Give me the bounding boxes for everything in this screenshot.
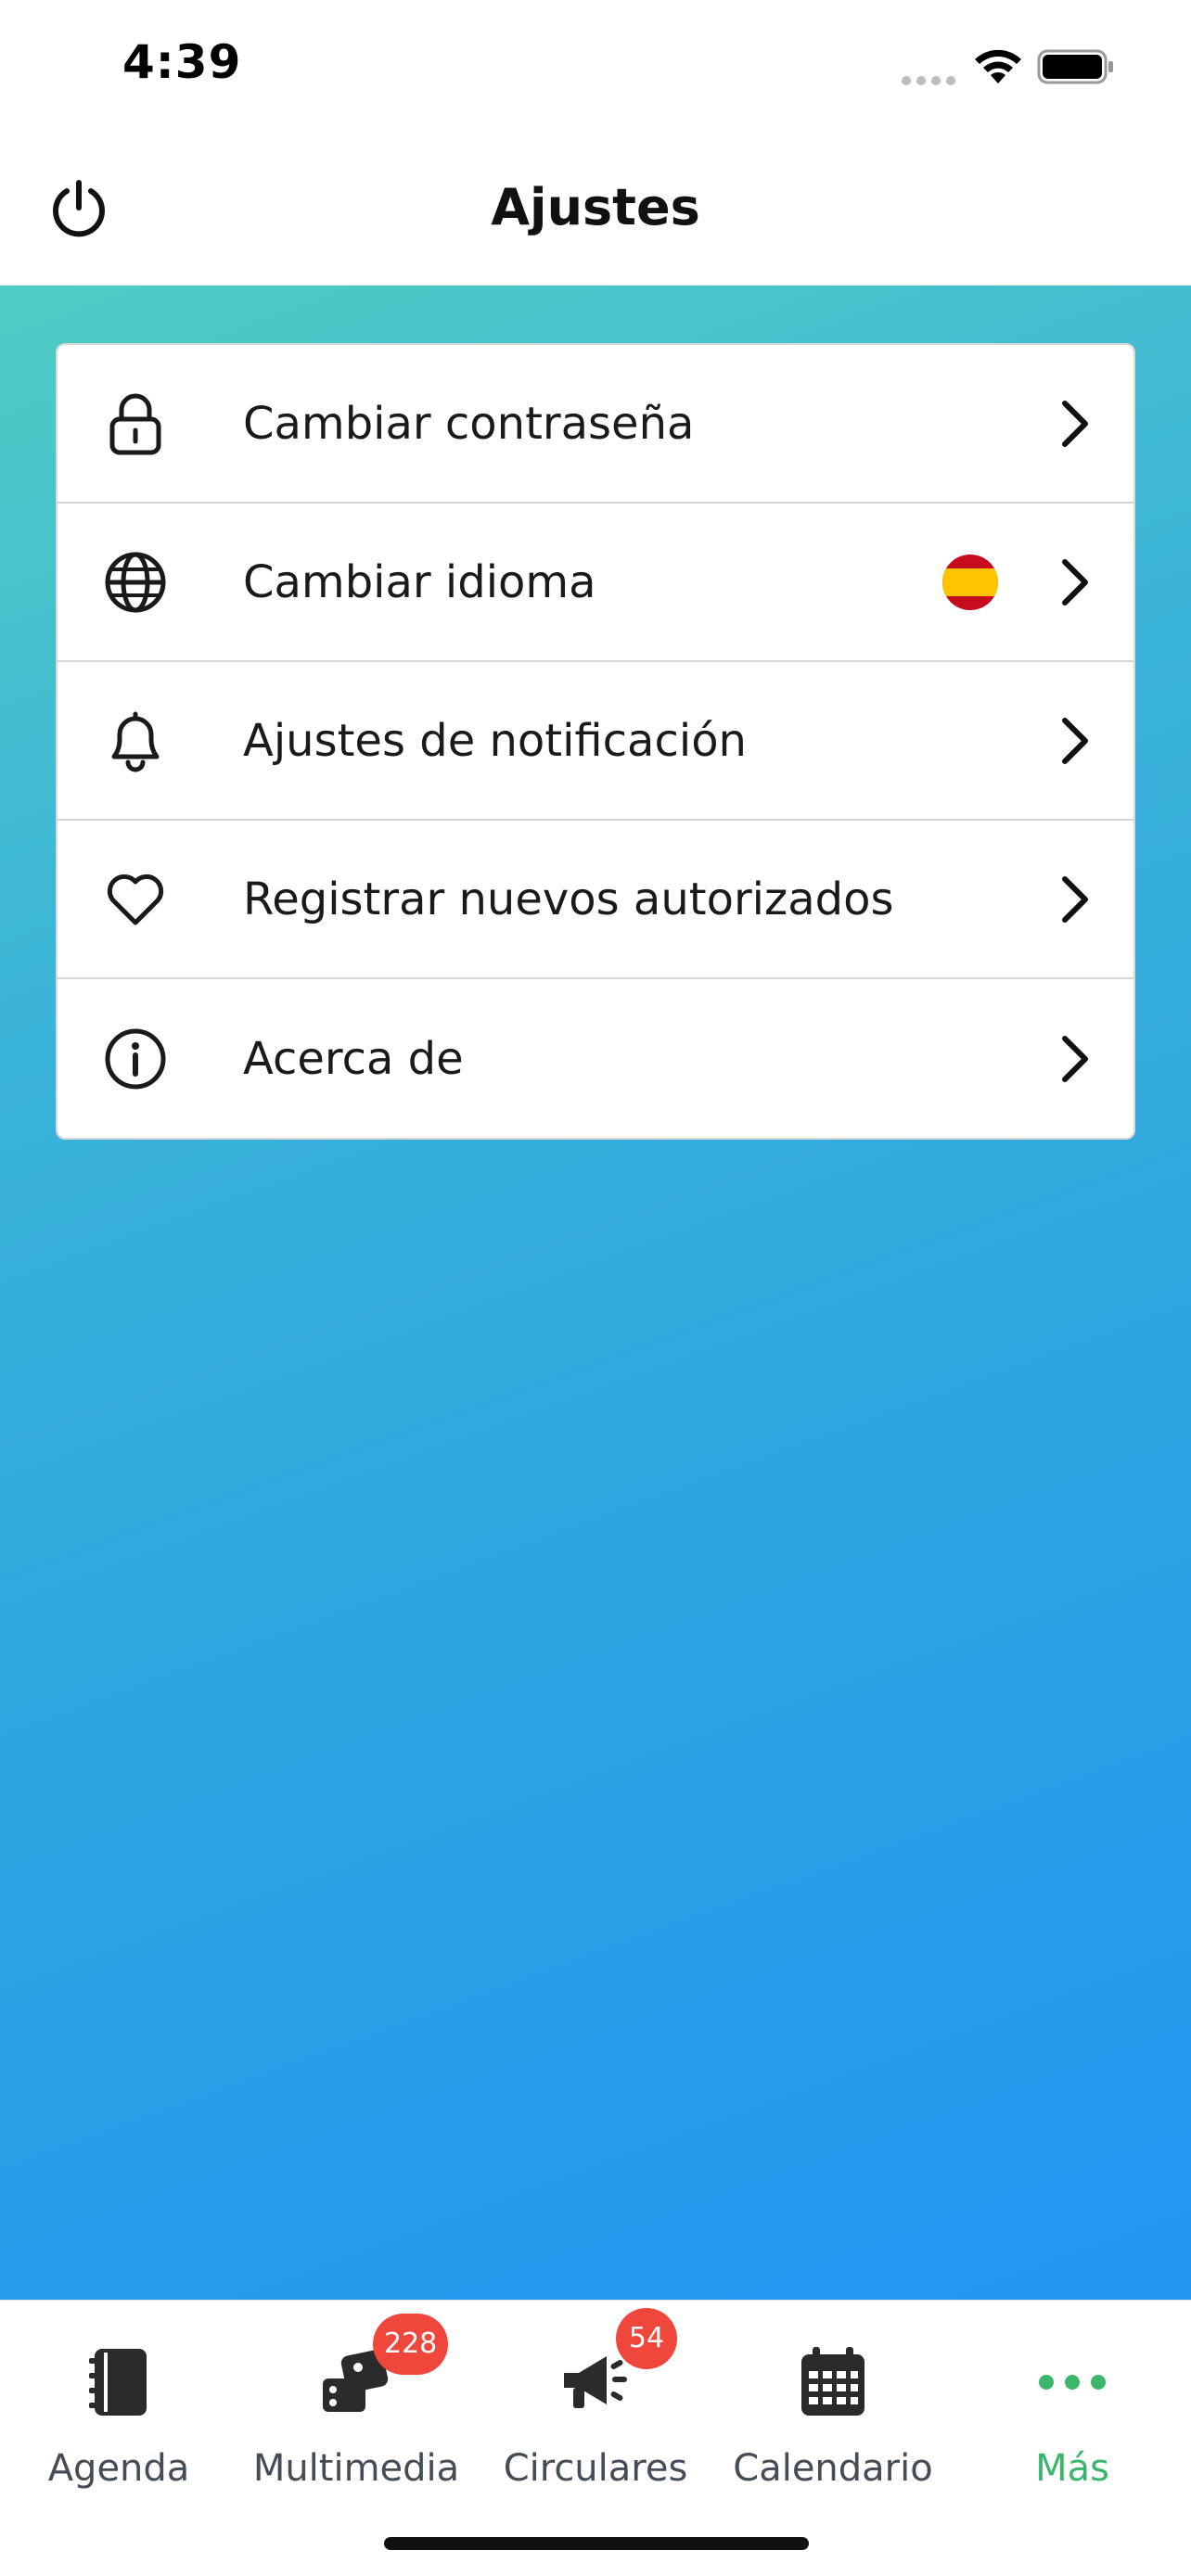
wifi-icon (975, 49, 1021, 83)
status-time: 4:39 (122, 35, 242, 89)
app-header: Ajustes (0, 139, 1191, 286)
settings-item-label: Acerca de (243, 1032, 464, 1085)
tab-label: Agenda (47, 2447, 190, 2490)
chevron-right-icon (1062, 1035, 1088, 1082)
settings-list: Cambiar contraseña Cambiar idioma Ajuste… (56, 343, 1135, 1140)
tab-agenda[interactable]: Agenda (0, 2327, 237, 2503)
home-indicator[interactable] (384, 2537, 809, 2550)
tab-label: Circulares (503, 2447, 688, 2490)
tab-multimedia[interactable]: 228 Multimedia (237, 2314, 475, 2503)
settings-item-register-authorized[interactable]: Registrar nuevos autorizados (58, 821, 1133, 979)
tab-label: Calendario (733, 2447, 933, 2490)
tab-mas[interactable]: Más (954, 2327, 1191, 2503)
main-content: Cambiar contraseña Cambiar idioma Ajuste… (0, 286, 1191, 2300)
heart-icon (102, 866, 169, 933)
multimedia-badge: 228 (373, 2314, 449, 2375)
bell-icon (102, 708, 169, 774)
more-dots-icon (1035, 2345, 1109, 2419)
chevron-right-icon (1062, 400, 1088, 447)
tab-calendario[interactable]: Calendario (714, 2327, 952, 2503)
page-title: Ajustes (491, 178, 700, 236)
circulares-badge: 54 (616, 2308, 677, 2369)
globe-icon (102, 549, 169, 616)
lock-icon (102, 390, 169, 457)
settings-item-label: Cambiar idioma (243, 555, 596, 608)
settings-item-label: Cambiar contraseña (243, 397, 695, 450)
chevron-right-icon (1062, 875, 1088, 923)
battery-icon (1037, 49, 1113, 84)
cellular-signal-icon (902, 76, 957, 85)
chevron-right-icon (1062, 558, 1088, 606)
spain-flag-icon (942, 554, 998, 610)
status-bar: 4:39 (0, 0, 1191, 139)
chevron-right-icon (1062, 717, 1088, 764)
settings-item-label: Ajustes de notificación (243, 714, 747, 767)
settings-item-change-password[interactable]: Cambiar contraseña (58, 345, 1133, 504)
tab-bar: Agenda 228 Multimedia 54 Circulares Cale… (0, 2300, 1191, 2576)
settings-item-notifications[interactable]: Ajustes de notificación (58, 662, 1133, 821)
settings-item-about[interactable]: Acerca de (58, 979, 1133, 1138)
notebook-icon (82, 2345, 156, 2419)
info-icon (102, 1026, 169, 1092)
settings-item-change-language[interactable]: Cambiar idioma (58, 504, 1133, 662)
tab-label: Más (1035, 2447, 1109, 2490)
settings-item-label: Registrar nuevos autorizados (243, 873, 894, 925)
tab-label: Multimedia (252, 2447, 460, 2490)
tab-circulares[interactable]: 54 Circulares (477, 2308, 714, 2503)
calendar-icon (796, 2345, 870, 2419)
